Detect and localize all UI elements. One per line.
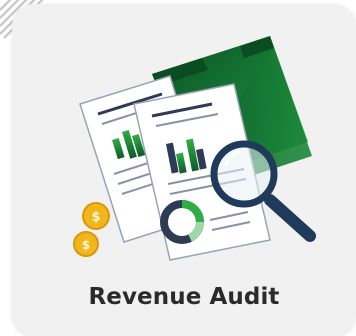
page: $ $ Revenue Audit (0, 0, 356, 336)
coins-icon: $ $ (73, 202, 110, 257)
revenue-audit-illustration: $ $ (73, 36, 316, 261)
svg-text:$: $ (91, 210, 100, 225)
svg-text:$: $ (82, 238, 90, 252)
card-title: Revenue Audit (88, 284, 280, 310)
revenue-audit-card[interactable]: $ $ Revenue Audit (12, 4, 356, 336)
